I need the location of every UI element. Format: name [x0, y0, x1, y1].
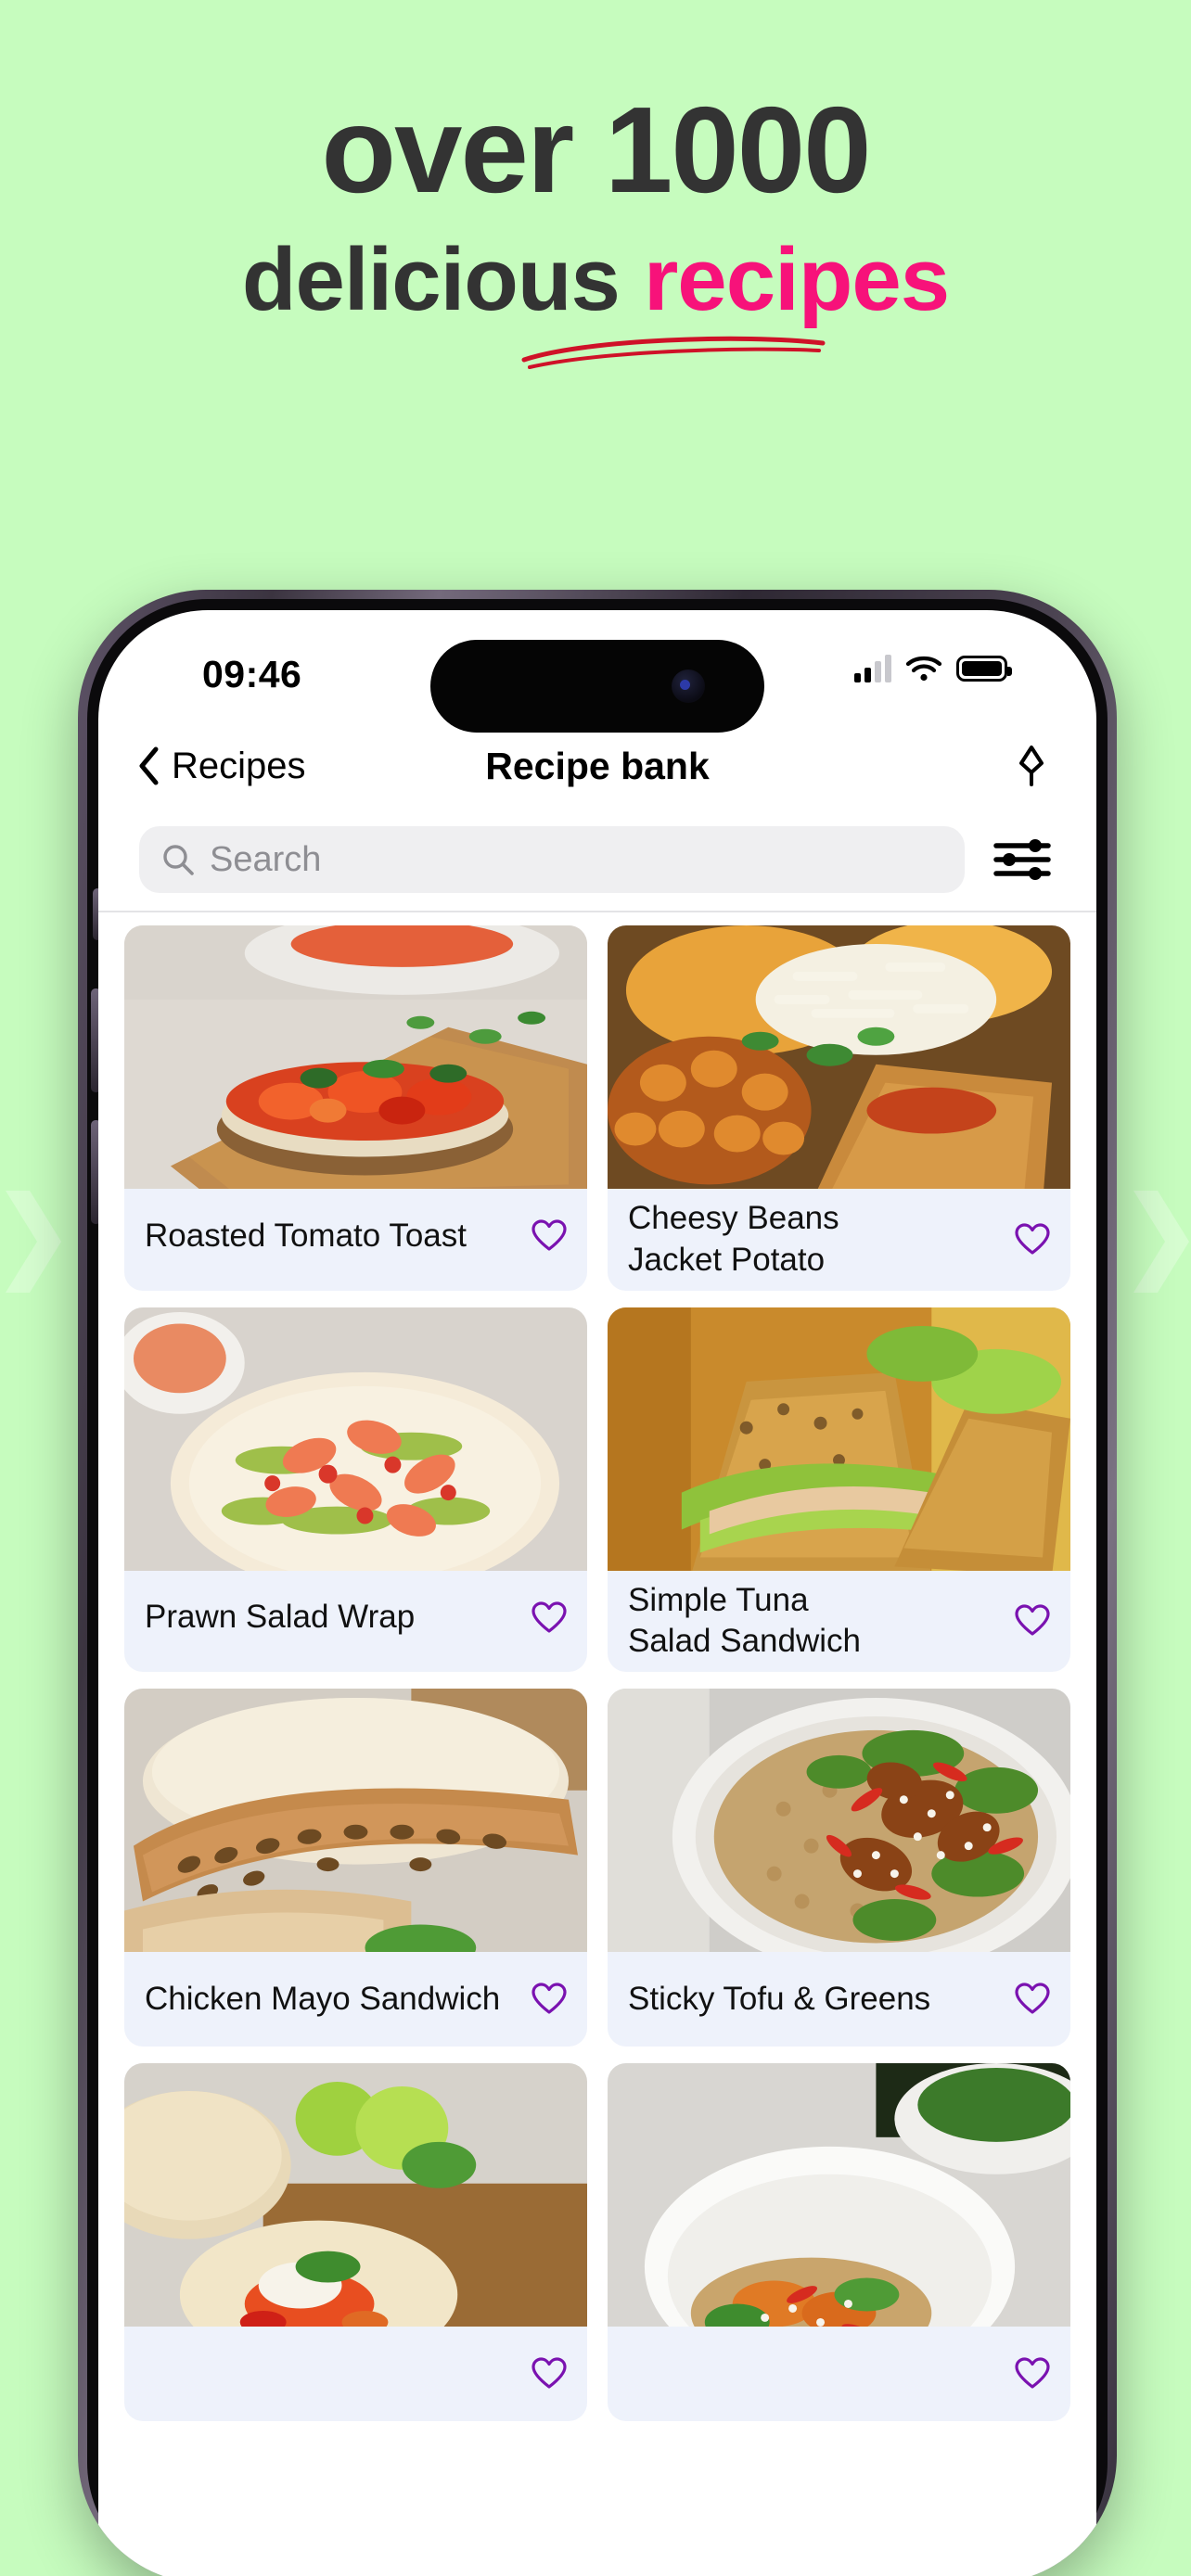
recipe-image — [608, 1689, 1070, 1953]
wifi-icon — [905, 656, 942, 682]
recipe-card-footer — [608, 2327, 1070, 2421]
search-input[interactable]: Search — [139, 826, 965, 893]
recipe-card-footer: Cheesy Beans Jacket Potato — [608, 1189, 1070, 1291]
recipe-grid: Roasted Tomato Toast Cheesy Beans Jacket… — [98, 912, 1096, 2422]
dynamic-island — [430, 640, 764, 733]
pin-icon[interactable] — [1011, 745, 1052, 787]
recipe-image — [608, 925, 1070, 1189]
heart-outline-icon[interactable] — [1015, 1223, 1050, 1256]
recipe-card[interactable] — [124, 2063, 587, 2422]
phone-screen: 09:46 Recipes Recipe bank Search Roasted… — [98, 610, 1096, 2576]
front-camera-icon — [672, 670, 705, 703]
recipe-title: Chicken Mayo Sandwich — [145, 1980, 501, 2017]
search-row: Search — [98, 809, 1096, 912]
recipe-title: Cheesy Beans Jacket Potato — [628, 1200, 839, 1278]
recipe-image — [124, 1307, 587, 1571]
heart-outline-icon[interactable] — [531, 2357, 567, 2391]
phone-mockup: 09:46 Recipes Recipe bank Search Roasted… — [56, 590, 1135, 2576]
cellular-bars-icon — [854, 655, 891, 682]
recipe-card[interactable] — [608, 2063, 1070, 2422]
back-button[interactable]: Recipes — [137, 746, 306, 787]
underline-swoosh-icon — [521, 336, 826, 369]
recipe-card[interactable]: Chicken Mayo Sandwich — [124, 1689, 587, 2047]
heart-outline-icon[interactable] — [1015, 2357, 1050, 2391]
recipe-image — [124, 925, 587, 1189]
phone-frame: 09:46 Recipes Recipe bank Search Roasted… — [78, 590, 1117, 2576]
page-title: Recipe bank — [485, 744, 710, 787]
back-button-label: Recipes — [172, 745, 306, 786]
left-scroll-chevron-icon[interactable] — [6, 1185, 61, 1298]
filter-button[interactable] — [989, 836, 1056, 883]
right-scroll-chevron-icon[interactable] — [1133, 1185, 1189, 1298]
battery-full-icon — [956, 656, 1012, 682]
recipe-card-footer: Simple Tuna Salad Sandwich — [608, 1571, 1070, 1673]
recipe-card[interactable]: Simple Tuna Salad Sandwich — [608, 1307, 1070, 1673]
chevron-left-icon — [139, 746, 159, 785]
heart-outline-icon[interactable] — [531, 1983, 567, 2016]
search-placeholder: Search — [210, 839, 322, 879]
recipe-card-footer: Chicken Mayo Sandwich — [124, 1952, 587, 2047]
heart-outline-icon[interactable] — [1015, 1983, 1050, 2016]
recipe-title: Sticky Tofu & Greens — [628, 1980, 931, 2017]
recipe-card[interactable]: Cheesy Beans Jacket Potato — [608, 925, 1070, 1291]
recipe-title: Roasted Tomato Toast — [145, 1217, 467, 1254]
heart-outline-icon[interactable] — [531, 1219, 567, 1253]
recipe-card-footer: Roasted Tomato Toast — [124, 1189, 587, 1283]
recipe-card[interactable]: Sticky Tofu & Greens — [608, 1689, 1070, 2047]
promo-line-2-plain: delicious — [241, 230, 621, 329]
recipe-card[interactable]: Prawn Salad Wrap — [124, 1307, 587, 1673]
promo-line-2-accent: recipes — [643, 230, 950, 329]
navigation-bar: Recipes Recipe bank — [98, 723, 1096, 809]
recipe-card[interactable]: Roasted Tomato Toast — [124, 925, 587, 1291]
recipe-image — [608, 2063, 1070, 2327]
status-bar-indicators — [854, 655, 1012, 682]
promo-line-1: over 1000 — [321, 82, 871, 218]
recipe-image — [124, 2063, 587, 2327]
recipe-card-footer: Sticky Tofu & Greens — [608, 1952, 1070, 2047]
status-bar: 09:46 — [98, 610, 1096, 733]
heart-outline-icon[interactable] — [531, 1600, 567, 1635]
recipe-card-footer: Prawn Salad Wrap — [124, 1571, 587, 1665]
recipe-title: Prawn Salad Wrap — [145, 1599, 416, 1636]
promo-line-2: delicious recipes — [241, 230, 950, 369]
recipe-card-footer — [124, 2327, 587, 2421]
heart-outline-icon[interactable] — [1015, 1604, 1050, 1638]
sliders-filter-icon — [993, 839, 1051, 880]
recipe-image — [124, 1689, 587, 1953]
status-bar-time: 09:46 — [202, 653, 302, 695]
recipe-image — [608, 1307, 1070, 1571]
recipe-title: Simple Tuna Salad Sandwich — [628, 1581, 861, 1660]
search-icon — [163, 845, 194, 875]
promo-headline: over 1000 delicious recipes — [0, 0, 1191, 575]
